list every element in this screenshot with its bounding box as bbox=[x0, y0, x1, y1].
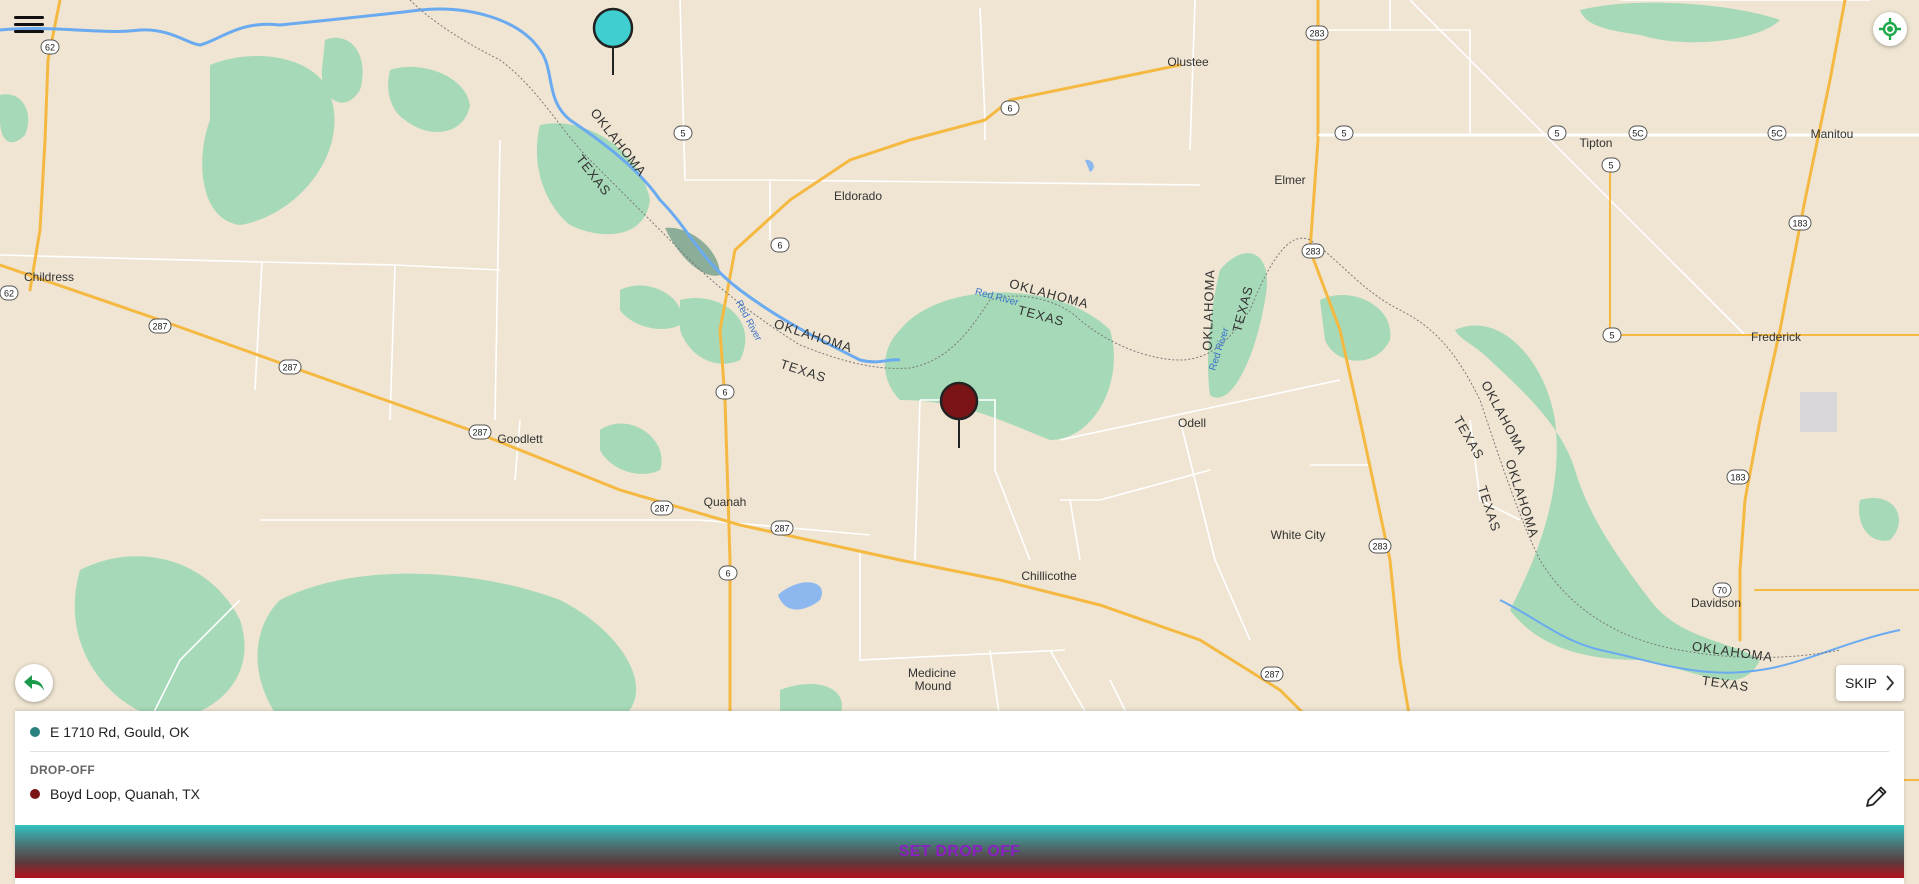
highway-shield: 287 bbox=[1260, 666, 1284, 682]
set-drop-off-label: SET DROP OFF bbox=[898, 842, 1021, 860]
highway-shield: 5C bbox=[1628, 125, 1648, 141]
pickup-dot bbox=[30, 727, 40, 737]
state-label: OKLAHOMA bbox=[1200, 269, 1218, 351]
locate-me-button[interactable] bbox=[1873, 12, 1907, 46]
svg-text:5: 5 bbox=[1554, 129, 1559, 139]
svg-text:287: 287 bbox=[654, 504, 669, 514]
svg-text:283: 283 bbox=[1309, 29, 1324, 39]
place-label: Eldorado bbox=[834, 189, 882, 203]
highway-shield: 287 bbox=[468, 424, 492, 440]
highway-shield: 283 bbox=[1368, 538, 1392, 554]
svg-text:62: 62 bbox=[4, 289, 14, 299]
highway-shield: 183 bbox=[1726, 469, 1750, 485]
place-label: Manitou bbox=[1811, 127, 1854, 141]
svg-text:62: 62 bbox=[45, 43, 55, 53]
svg-text:283: 283 bbox=[1372, 542, 1387, 552]
place-label: Frederick bbox=[1751, 330, 1802, 344]
divider bbox=[30, 751, 1889, 752]
highway-shield: 70 bbox=[1712, 582, 1732, 598]
hamburger-menu-icon bbox=[14, 16, 44, 19]
edit-dropoff-button[interactable] bbox=[1862, 783, 1890, 811]
svg-text:6: 6 bbox=[777, 241, 782, 251]
trip-panel: E 1710 Rd, Gould, OK DROP-OFF Boyd Loop,… bbox=[15, 711, 1904, 884]
place-label: Medicine bbox=[908, 666, 956, 680]
svg-text:6: 6 bbox=[1007, 104, 1012, 114]
svg-text:287: 287 bbox=[1264, 670, 1279, 680]
place-label: Davidson bbox=[1691, 596, 1741, 610]
place-label: Tipton bbox=[1580, 136, 1613, 150]
svg-text:5: 5 bbox=[1609, 331, 1614, 341]
highway-shield: 62 bbox=[40, 39, 60, 55]
place-label: Quanah bbox=[704, 495, 747, 509]
hamburger-menu-icon-bar bbox=[14, 30, 44, 33]
place-label: Elmer bbox=[1274, 173, 1305, 187]
highway-shield: 287 bbox=[278, 359, 302, 375]
place-label: Odell bbox=[1178, 416, 1206, 430]
highway-shield: 287 bbox=[770, 520, 794, 536]
svg-text:5: 5 bbox=[680, 129, 685, 139]
svg-text:5: 5 bbox=[1608, 161, 1613, 171]
svg-text:287: 287 bbox=[472, 428, 487, 438]
highway-shield: 5C bbox=[1767, 125, 1787, 141]
dropoff-row[interactable]: Boyd Loop, Quanah, TX bbox=[30, 786, 1889, 802]
svg-text:183: 183 bbox=[1792, 219, 1807, 229]
place-label: White City bbox=[1271, 528, 1326, 542]
place-label: Chillicothe bbox=[1021, 569, 1077, 583]
place-label: Childress bbox=[24, 270, 74, 284]
svg-text:287: 287 bbox=[282, 363, 297, 373]
menu-button[interactable] bbox=[14, 12, 44, 38]
pickup-address: E 1710 Rd, Gould, OK bbox=[50, 724, 190, 740]
svg-text:6: 6 bbox=[725, 569, 730, 579]
svg-text:5: 5 bbox=[1341, 129, 1346, 139]
highway-shield: 5 bbox=[1547, 125, 1567, 141]
highway-shield: 287 bbox=[650, 500, 674, 516]
highway-shield: 6 bbox=[718, 565, 738, 581]
svg-text:183: 183 bbox=[1730, 473, 1745, 483]
highway-shield: 6 bbox=[715, 384, 735, 400]
highway-shield: 5 bbox=[1602, 327, 1622, 343]
dropoff-pin-head bbox=[939, 381, 979, 421]
place-label: Goodlett bbox=[497, 432, 543, 446]
place-label: Mound bbox=[915, 679, 952, 693]
svg-text:6: 6 bbox=[722, 388, 727, 398]
pickup-pin-head bbox=[592, 7, 634, 49]
highway-shield: 283 bbox=[1305, 25, 1329, 41]
svg-text:287: 287 bbox=[152, 322, 167, 332]
svg-text:283: 283 bbox=[1305, 247, 1320, 257]
highway-shield: 5 bbox=[1334, 125, 1354, 141]
highway-shield: 62 bbox=[0, 285, 19, 301]
highway-shield: 287 bbox=[148, 318, 172, 334]
highway-shield: 283 bbox=[1301, 243, 1325, 259]
my-location-icon bbox=[1879, 18, 1901, 40]
hamburger-menu-icon-bar bbox=[14, 23, 44, 26]
set-drop-off-button[interactable]: SET DROP OFF bbox=[15, 825, 1904, 878]
highway-shield: 6 bbox=[1000, 100, 1020, 116]
highway-shield: 183 bbox=[1788, 215, 1812, 231]
chevron-right-icon bbox=[1886, 675, 1895, 691]
svg-text:5C: 5C bbox=[1771, 129, 1783, 139]
svg-text:5C: 5C bbox=[1632, 129, 1644, 139]
dropoff-label: DROP-OFF bbox=[30, 763, 96, 777]
svg-text:287: 287 bbox=[774, 524, 789, 534]
skip-button[interactable]: SKIP bbox=[1836, 665, 1904, 701]
dropoff-dot bbox=[30, 789, 40, 799]
pencil-icon bbox=[1866, 786, 1887, 807]
back-button[interactable] bbox=[15, 664, 53, 702]
svg-text:70: 70 bbox=[1717, 586, 1727, 596]
pickup-row[interactable]: E 1710 Rd, Gould, OK bbox=[30, 724, 1889, 740]
highway-shield: 5 bbox=[1601, 157, 1621, 173]
skip-label: SKIP bbox=[1845, 675, 1877, 691]
highway-shield: 6 bbox=[770, 237, 790, 253]
place-label: Olustee bbox=[1167, 55, 1209, 69]
dropoff-address: Boyd Loop, Quanah, TX bbox=[50, 786, 200, 802]
highway-shield: 5 bbox=[673, 125, 693, 141]
back-arrow-icon bbox=[24, 675, 44, 691]
